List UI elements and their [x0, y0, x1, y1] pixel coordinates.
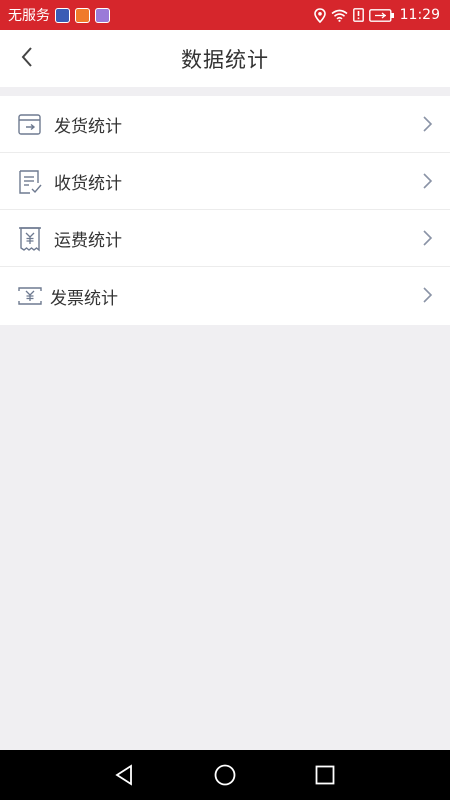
- status-bar-right: 11:29: [313, 7, 440, 23]
- statistics-list: 发货统计 收货统计 运费统计 发票统计: [0, 96, 450, 325]
- carrier-text: 无服务: [8, 8, 50, 24]
- list-item-receipt[interactable]: 收货统计: [0, 153, 450, 210]
- chevron-right-icon: [421, 229, 433, 247]
- recents-square-icon[interactable]: [313, 763, 337, 787]
- list-item-shipment[interactable]: 发货统计: [0, 96, 450, 153]
- freight-yuan-receipt-icon: [17, 226, 43, 252]
- wifi-icon: [331, 9, 348, 22]
- list-item-label: 发票统计: [50, 288, 118, 309]
- page-title: 数据统计: [181, 47, 269, 72]
- chevron-right-icon: [421, 115, 433, 133]
- chevron-right-icon: [421, 172, 433, 190]
- invoice-yuan-icon: [17, 283, 43, 309]
- list-item-freight[interactable]: 运费统计: [0, 210, 450, 267]
- list-item-invoice[interactable]: 发票统计: [0, 267, 450, 325]
- list-item-label: 运费统计: [54, 230, 122, 251]
- chevron-left-icon: [20, 46, 34, 72]
- clock-text: 11:29: [399, 7, 440, 23]
- alert-icon: [352, 8, 364, 22]
- list-item-label: 收货统计: [54, 173, 122, 194]
- back-button[interactable]: [12, 44, 42, 74]
- back-triangle-icon[interactable]: [112, 763, 136, 787]
- music-app-icon: [95, 7, 110, 23]
- battery-charging-icon: [368, 8, 395, 22]
- home-circle-icon[interactable]: [213, 763, 237, 787]
- video-app-icon: [75, 7, 90, 23]
- status-bar: 无服务 11:29: [0, 0, 450, 30]
- shield-app-icon: [55, 7, 70, 23]
- shipment-send-icon: [17, 112, 43, 138]
- system-nav-bar: [0, 750, 450, 800]
- location-icon: [313, 7, 326, 23]
- list-item-label: 发货统计: [54, 116, 122, 137]
- status-bar-left: 无服务: [8, 5, 110, 25]
- receipt-document-icon: [17, 169, 43, 195]
- app-header: 数据统计: [0, 30, 450, 87]
- chevron-right-icon: [421, 286, 433, 304]
